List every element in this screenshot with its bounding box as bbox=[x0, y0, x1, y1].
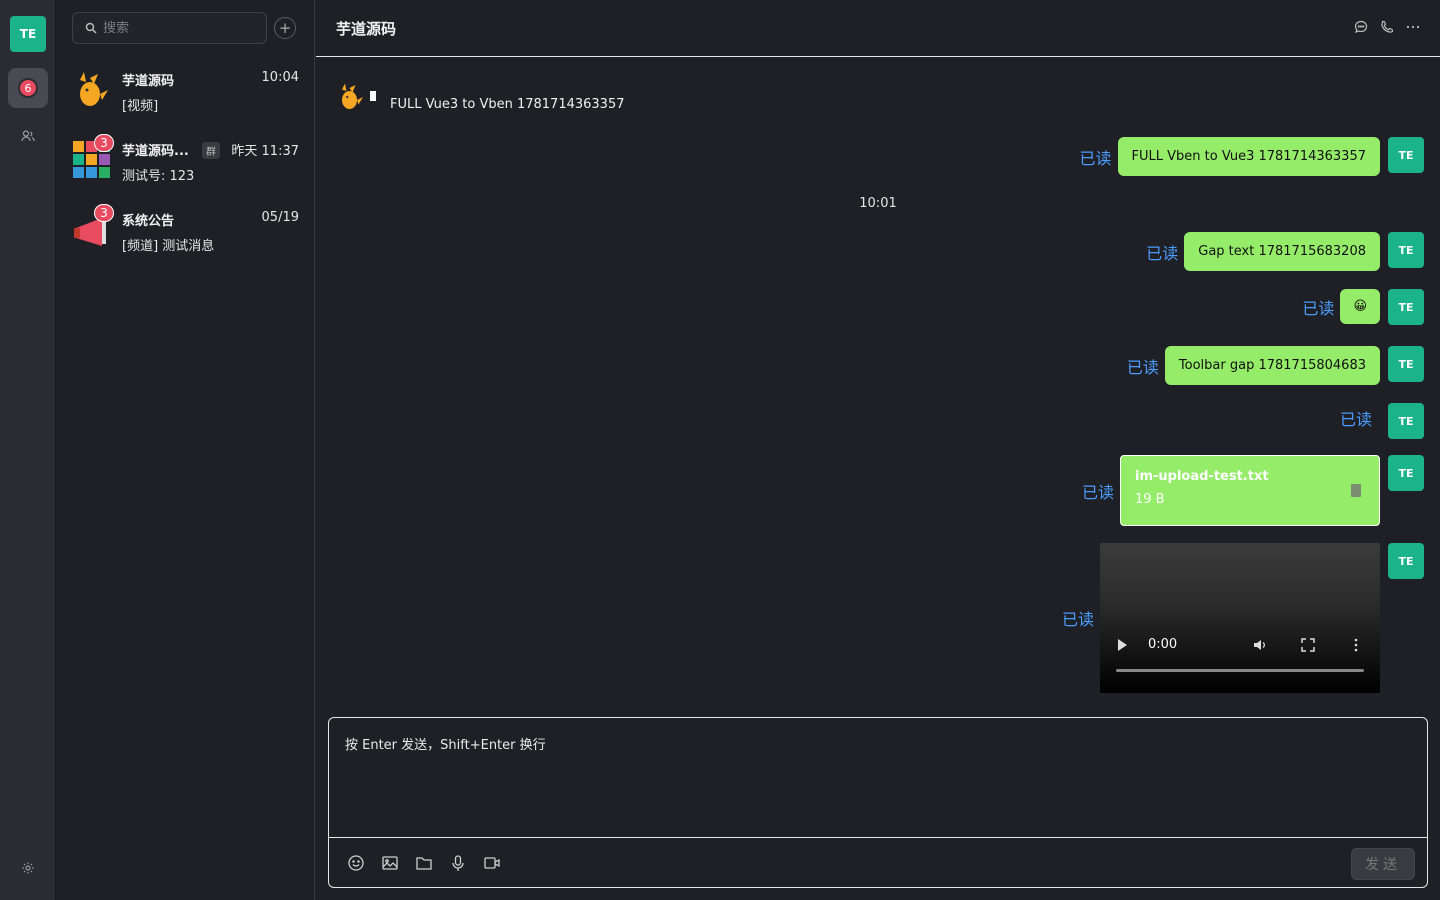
my-avatar: TE bbox=[1388, 403, 1424, 439]
rail-item-chat[interactable]: 6 bbox=[8, 68, 48, 108]
group-tag: 群 bbox=[202, 142, 220, 159]
message-bubble: Toolbar gap 1781715804683 bbox=[1164, 346, 1380, 385]
video-camera-icon[interactable] bbox=[483, 854, 501, 872]
my-avatar: TE bbox=[1388, 232, 1424, 268]
file-name: im-upload-test.txt bbox=[1135, 469, 1269, 484]
search-box[interactable] bbox=[72, 12, 267, 44]
message-bubble: FULL Vben to Vue3 1781714363357 bbox=[1117, 137, 1380, 176]
yudao-mascot-avatar bbox=[80, 72, 108, 106]
read-status: 已读 bbox=[1061, 610, 1094, 629]
outgoing-message: 已读 Toolbar gap 1781715804683 TE bbox=[1127, 346, 1424, 385]
conversation-list: + 芋道源码 10:04 [视频] 3 芋道源码... 群 昨天 11:37 测… bbox=[56, 0, 315, 900]
search-icon bbox=[85, 22, 97, 34]
outgoing-message: 已读 😀 TE bbox=[1302, 289, 1424, 325]
cursor-mark bbox=[370, 91, 376, 101]
outgoing-message: 已读 FULL Vben to Vue3 1781714363357 TE bbox=[1079, 137, 1424, 176]
time-divider: 10:01 bbox=[859, 196, 897, 211]
conversation-name: 系统公告 bbox=[122, 214, 175, 229]
conversation-item[interactable]: 芋道源码 10:04 [视频] bbox=[56, 62, 315, 126]
folder-icon[interactable] bbox=[415, 854, 433, 872]
conversation-item[interactable]: 3 系统公告 05/19 [频道] 测试消息 bbox=[56, 202, 315, 266]
send-button[interactable]: 发送 bbox=[1351, 848, 1415, 880]
emoji-icon[interactable] bbox=[347, 854, 365, 872]
conversation-item[interactable]: 3 芋道源码... 群 昨天 11:37 测试号: 123 bbox=[56, 132, 315, 196]
contacts-icon bbox=[21, 130, 35, 142]
unread-badge: 3 bbox=[94, 134, 114, 152]
my-avatar: TE bbox=[1388, 289, 1424, 325]
settings-icon bbox=[22, 862, 34, 874]
read-status: 已读 bbox=[1339, 410, 1372, 429]
read-status: 已读 bbox=[1079, 148, 1112, 168]
read-status: 已读 bbox=[1146, 243, 1179, 263]
conversation-name: 芋道源码... bbox=[122, 144, 189, 159]
unread-badge: 3 bbox=[94, 204, 114, 222]
video-progress-bar[interactable] bbox=[1116, 669, 1364, 672]
conversation-name: 芋道源码 bbox=[122, 74, 175, 89]
file-icon bbox=[1351, 484, 1361, 497]
yudao-mascot-avatar bbox=[342, 83, 363, 109]
conversation-time: 昨天 11:37 bbox=[231, 144, 299, 159]
unread-badge: 6 bbox=[18, 78, 38, 98]
file-size: 19 B bbox=[1135, 492, 1165, 507]
more-vertical-icon[interactable] bbox=[1352, 637, 1360, 653]
outgoing-message: 已读 TE bbox=[1340, 403, 1424, 439]
my-avatar: TE bbox=[1388, 346, 1424, 382]
chat-header: 芋道源码 bbox=[316, 0, 1440, 57]
message-text: FULL Vue3 to Vben 1781714363357 bbox=[390, 96, 625, 112]
video-player[interactable]: 0:00 bbox=[1100, 543, 1380, 693]
user-avatar[interactable]: TE bbox=[10, 16, 46, 52]
file-card[interactable]: im-upload-test.txt 19 B bbox=[1120, 455, 1380, 526]
chat-title: 芋道源码 bbox=[336, 20, 397, 38]
add-button[interactable]: + bbox=[274, 17, 296, 39]
rail-item-settings[interactable] bbox=[8, 848, 48, 888]
read-status: 已读 bbox=[1081, 482, 1114, 502]
chat-panel: 芋道源码 FULL Vue3 to Vben 1781714363357 已读 … bbox=[316, 0, 1440, 900]
conversation-time: 05/19 bbox=[261, 210, 299, 225]
conversation-preview: 测试号: 123 bbox=[122, 169, 195, 184]
my-avatar: TE bbox=[1388, 137, 1424, 173]
incoming-message: FULL Vue3 to Vben 1781714363357 bbox=[336, 81, 624, 113]
play-icon[interactable] bbox=[1118, 639, 1127, 651]
image-icon[interactable] bbox=[381, 854, 399, 872]
video-time: 0:00 bbox=[1148, 637, 1178, 652]
message-list[interactable]: FULL Vue3 to Vben 1781714363357 已读 FULL … bbox=[316, 57, 1440, 707]
message-bubble: Gap text 1781715683208 bbox=[1184, 232, 1380, 271]
conversation-time: 10:04 bbox=[261, 70, 299, 85]
my-avatar: TE bbox=[1388, 455, 1424, 491]
outgoing-file-message: 已读 im-upload-test.txt 19 B TE bbox=[1082, 455, 1424, 526]
outgoing-message: 已读 Gap text 1781715683208 TE bbox=[1146, 232, 1424, 271]
outgoing-video-message: 已读 0:00 TE bbox=[1062, 543, 1424, 693]
fullscreen-icon[interactable] bbox=[1300, 637, 1316, 653]
my-avatar: TE bbox=[1388, 543, 1424, 579]
microphone-icon[interactable] bbox=[449, 854, 467, 872]
search-input[interactable] bbox=[103, 20, 253, 36]
message-icon[interactable] bbox=[1353, 19, 1369, 35]
emoji-bubble: 😀 bbox=[1340, 289, 1380, 324]
left-rail: TE 6 bbox=[0, 0, 56, 900]
message-composer: 发送 bbox=[328, 717, 1428, 888]
conversation-preview: [视频] bbox=[122, 99, 159, 114]
phone-icon[interactable] bbox=[1379, 19, 1395, 35]
read-status: 已读 bbox=[1302, 299, 1335, 318]
conversation-preview: [频道] 测试消息 bbox=[122, 239, 215, 254]
read-status: 已读 bbox=[1126, 357, 1159, 377]
message-input[interactable] bbox=[329, 718, 1427, 838]
volume-icon[interactable] bbox=[1252, 637, 1268, 653]
rail-item-contacts[interactable] bbox=[8, 116, 48, 156]
more-icon[interactable] bbox=[1405, 19, 1421, 35]
